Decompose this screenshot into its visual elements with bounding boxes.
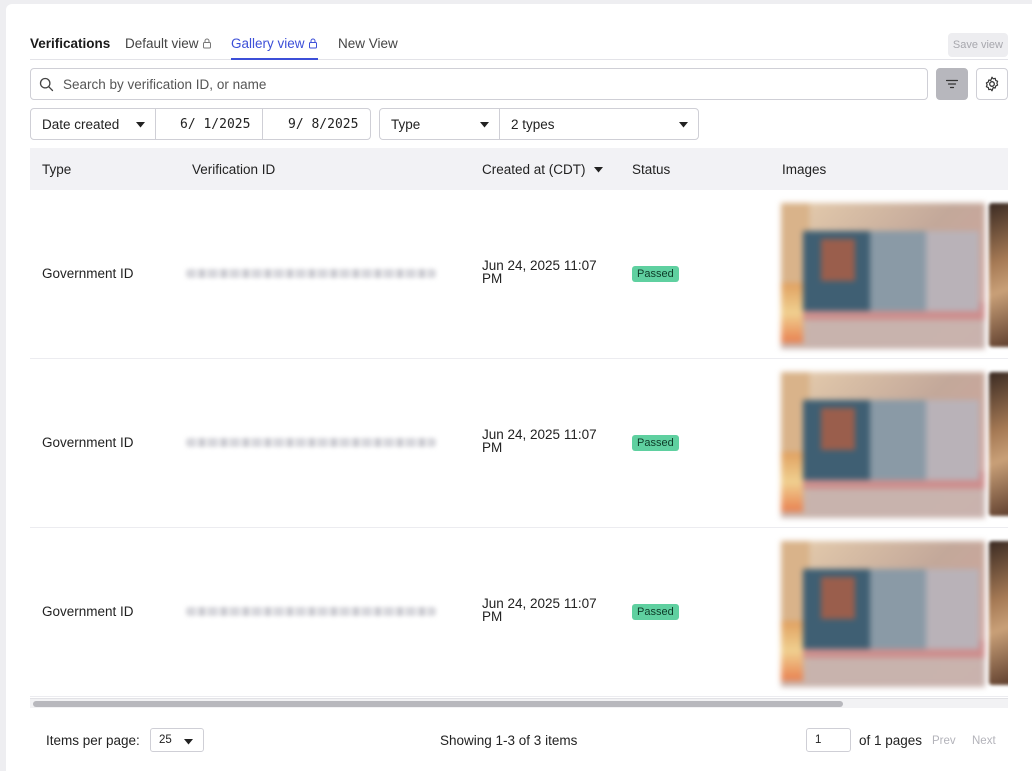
type-field-value: Type	[391, 116, 421, 132]
items-per-page-select[interactable]: 25	[150, 728, 204, 752]
table-header: Type Verification ID Created at (CDT) St…	[30, 148, 1008, 190]
scrollbar-thumb[interactable]	[33, 701, 843, 707]
type-value: 2 types	[511, 116, 555, 132]
type-value-select[interactable]: 2 types	[499, 108, 699, 140]
lock-icon	[202, 38, 211, 49]
tab-gallery-view[interactable]: Gallery view	[231, 36, 318, 60]
sort-desc-icon	[593, 167, 603, 173]
settings-button[interactable]	[976, 68, 1008, 100]
row-created-at: Jun 24, 2025 11:07 PM	[482, 258, 597, 286]
date-field-value: Date created	[42, 116, 120, 132]
type-field-select[interactable]: Type	[379, 108, 500, 140]
horizontal-scrollbar[interactable]	[30, 698, 1008, 708]
row-type: Government ID	[42, 604, 134, 619]
date-field-select[interactable]: Date created	[30, 108, 156, 140]
id-front-image[interactable]	[781, 203, 985, 349]
page-title: Verifications	[30, 36, 111, 51]
column-status[interactable]: Status	[632, 162, 670, 177]
id-selfie-image[interactable]	[989, 203, 1008, 347]
items-per-page-label: Items per page:	[46, 733, 140, 748]
caret-down-icon	[136, 122, 145, 128]
save-view-button[interactable]: Save view	[947, 33, 1008, 57]
status-badge: Passed	[632, 266, 679, 282]
caret-down-icon	[679, 122, 688, 128]
view-tabs: Verifications Default view Gallery view …	[30, 30, 1008, 60]
table-row[interactable]: Government ID Jun 24, 2025 11:07 PM Pass…	[30, 528, 1008, 697]
row-type: Government ID	[42, 435, 134, 450]
filter-button[interactable]	[936, 68, 968, 100]
caret-down-icon	[480, 122, 489, 128]
verifications-panel: Verifications Default view Gallery view …	[6, 4, 1032, 771]
tab-default-view[interactable]: Default view	[125, 36, 212, 60]
row-created-at: Jun 24, 2025 11:07 PM	[482, 596, 597, 624]
search-icon	[39, 77, 54, 92]
items-per-page-value: 25	[159, 734, 172, 746]
id-front-image[interactable]	[781, 372, 985, 518]
gear-icon	[985, 76, 999, 92]
showing-count: Showing 1-3 of 3 items	[440, 733, 578, 748]
date-from-input[interactable]: 6/ 1/2025	[155, 108, 263, 140]
table-row[interactable]: Government ID Jun 24, 2025 11:07 PM Pass…	[30, 190, 1008, 359]
column-images[interactable]: Images	[782, 162, 826, 177]
row-verification-id-redacted	[186, 607, 436, 616]
prev-page-button[interactable]: Prev	[932, 735, 956, 747]
table-row[interactable]: Government ID Jun 24, 2025 11:07 PM Pass…	[30, 359, 1008, 528]
id-selfie-image[interactable]	[989, 541, 1008, 685]
row-verification-id-redacted	[186, 269, 436, 278]
tab-label: Default view	[125, 36, 199, 51]
row-created-at: Jun 24, 2025 11:07 PM	[482, 427, 597, 455]
tab-label: Gallery view	[231, 36, 305, 51]
column-type[interactable]: Type	[42, 162, 71, 177]
row-type: Government ID	[42, 266, 134, 281]
search-input[interactable]	[63, 69, 913, 99]
total-pages: of 1 pages	[859, 733, 923, 748]
column-verification-id[interactable]: Verification ID	[192, 162, 275, 177]
page-number-input[interactable]	[806, 728, 851, 752]
pagination-footer: Items per page: 25 Showing 1-3 of 3 item…	[6, 726, 1032, 756]
column-label: Created at (CDT)	[482, 162, 586, 177]
row-verification-id-redacted	[186, 438, 436, 447]
caret-down-icon	[184, 739, 193, 745]
date-to-input[interactable]: 9/ 8/2025	[262, 108, 371, 140]
id-front-image[interactable]	[781, 541, 985, 687]
status-badge: Passed	[632, 435, 679, 451]
lock-icon	[308, 38, 317, 49]
filter-icon	[946, 79, 958, 89]
column-created-at[interactable]: Created at (CDT)	[482, 162, 603, 177]
verifications-table: Type Verification ID Created at (CDT) St…	[30, 148, 1008, 698]
next-page-button[interactable]: Next	[972, 735, 996, 747]
search-box	[30, 68, 928, 100]
tab-new-view[interactable]: New View	[338, 36, 398, 60]
id-selfie-image[interactable]	[989, 372, 1008, 516]
status-badge: Passed	[632, 604, 679, 620]
